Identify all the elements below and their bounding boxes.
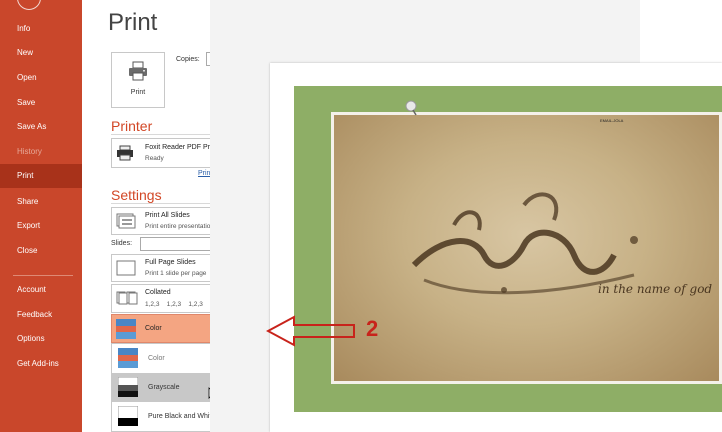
sidebar-item-get-add-ins[interactable]: Get Add-ins [0, 352, 82, 376]
sidebar-item-export[interactable]: Export [0, 214, 82, 238]
sidebar-item-open[interactable]: Open [0, 66, 82, 90]
calligraphy-artwork [411, 192, 638, 295]
sidebar-item-print[interactable]: Print [0, 164, 82, 188]
color-option-label: Grayscale [148, 384, 180, 391]
slides-stack-icon [116, 213, 136, 229]
page-title: Print [108, 9, 158, 36]
color-dropdown-value: Color [145, 325, 162, 332]
sidebar-item-new[interactable]: New [0, 41, 82, 65]
sidebar-divider [13, 275, 73, 276]
printer-device-icon [117, 145, 133, 161]
grayscale-swatch-icon [118, 377, 138, 397]
sidebar-item-save-as[interactable]: Save As [0, 115, 82, 139]
black-white-swatch-icon [118, 406, 138, 426]
slides-range-main: Print All Slides [145, 212, 190, 219]
printer-status: Ready [145, 155, 164, 162]
sidebar-item-feedback[interactable]: Feedback [0, 303, 82, 327]
image-script-text: in the name of god [598, 282, 713, 296]
color-option-label: Pure Black and White [148, 413, 216, 420]
slides-range-sub: Print entire presentation [145, 223, 215, 230]
printer-heading: Printer [111, 118, 153, 134]
layout-main: Full Page Slides [145, 259, 196, 266]
copies-label: Copies: [176, 56, 200, 63]
pushpin-icon [405, 100, 417, 116]
image-caption-small: EMAIL-JOLA [600, 118, 624, 123]
color-swatch-icon [116, 319, 136, 339]
slides-label: Slides: [111, 240, 133, 247]
sidebar-item-history: History [17, 147, 42, 156]
printer-icon [129, 61, 147, 81]
sidebar-item-save[interactable]: Save [0, 91, 82, 115]
settings-heading: Settings [111, 187, 162, 203]
annotation-number: 2 [366, 316, 379, 341]
collation-sub: 1,2,3 1,2,3 1,2,3 [145, 301, 203, 308]
sidebar-item-info[interactable]: Info [0, 17, 82, 41]
backstage-sidebar: Info New Open Save Save As History Print… [0, 0, 82, 432]
sidebar-item-share[interactable]: Share [0, 190, 82, 214]
sidebar-item-close[interactable]: Close [0, 239, 82, 263]
print-button[interactable]: Print [111, 52, 165, 108]
color-option-label: Color [148, 355, 165, 362]
collation-main: Collated [145, 289, 171, 296]
sidebar-item-account[interactable]: Account [0, 278, 82, 302]
sidebar-item-options[interactable]: Options [0, 327, 82, 351]
color-swatch-icon [118, 348, 138, 368]
layout-sub: Print 1 slide per page [145, 270, 207, 277]
calligraphy-image [331, 112, 722, 384]
print-button-label: Print [130, 89, 146, 96]
annotation-arrow-icon [266, 315, 355, 347]
back-arrow-icon[interactable] [17, 0, 41, 10]
full-page-slide-icon [116, 260, 136, 276]
collated-pages-icon [116, 291, 138, 305]
